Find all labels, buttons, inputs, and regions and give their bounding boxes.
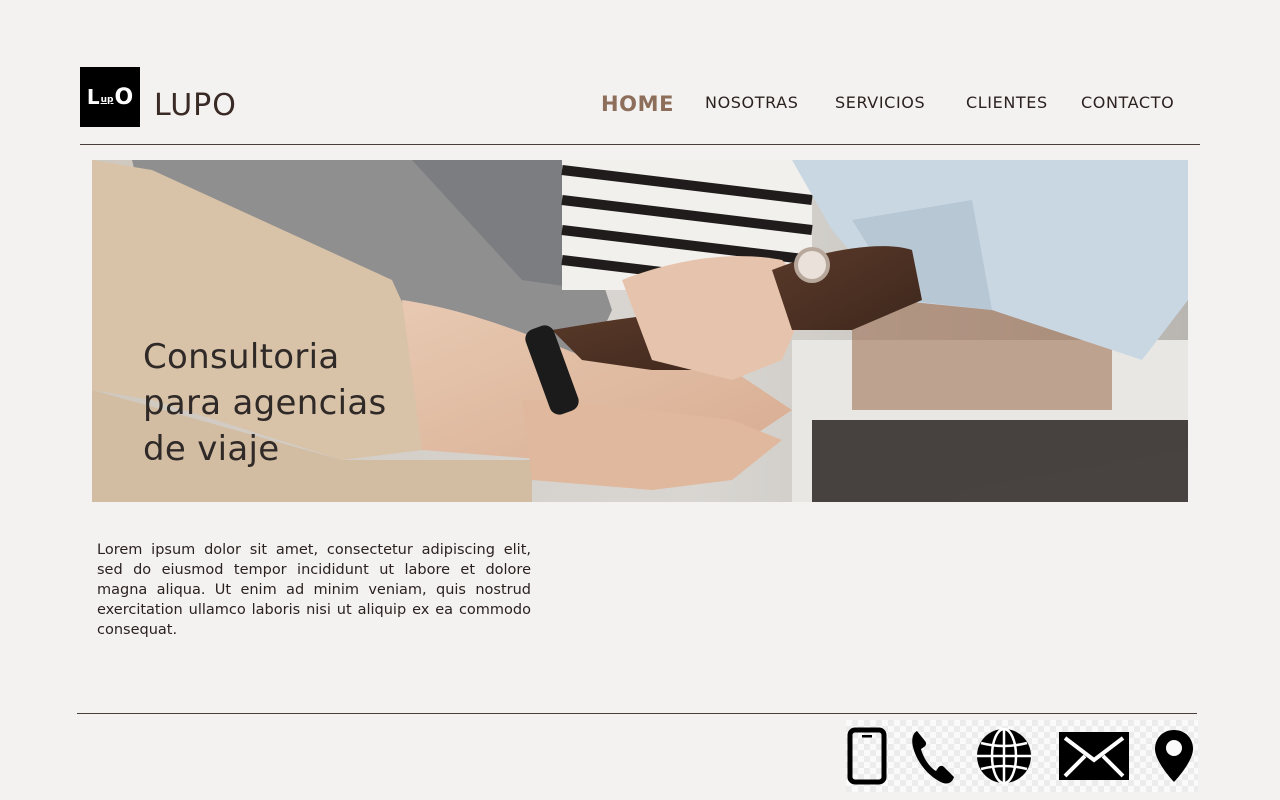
phone-icon[interactable]	[910, 720, 956, 792]
hero-banner: Consultoria para agencias de viaje	[92, 160, 1188, 502]
nav-item-servicios[interactable]: SERVICIOS	[835, 93, 925, 112]
footer-divider	[77, 713, 1197, 714]
nav-item-nosotras[interactable]: NOSOTRAS	[705, 93, 798, 112]
hero-title-line: de viaje	[143, 429, 280, 469]
main-nav: HOME NOSOTRAS SERVICIOS CLIENTES CONTACT…	[0, 92, 1280, 119]
globe-icon[interactable]	[974, 720, 1034, 792]
header-divider	[80, 144, 1200, 145]
contact-icons-bar	[846, 720, 1198, 792]
intro-paragraph: Lorem ipsum dolor sit amet, consectetur …	[97, 542, 531, 638]
nav-item-home[interactable]: HOME	[601, 92, 674, 116]
hero-title-line: para agencias	[143, 383, 387, 423]
location-pin-icon[interactable]	[1152, 720, 1196, 792]
nav-item-contacto[interactable]: CONTACTO	[1081, 93, 1174, 112]
hero-title: Consultoria para agencias de viaje	[143, 334, 387, 472]
mail-icon[interactable]	[1058, 720, 1130, 792]
nav-item-clientes[interactable]: CLIENTES	[966, 93, 1048, 112]
hero-title-line: Consultoria	[143, 337, 340, 377]
mobile-phone-icon[interactable]	[846, 720, 888, 792]
